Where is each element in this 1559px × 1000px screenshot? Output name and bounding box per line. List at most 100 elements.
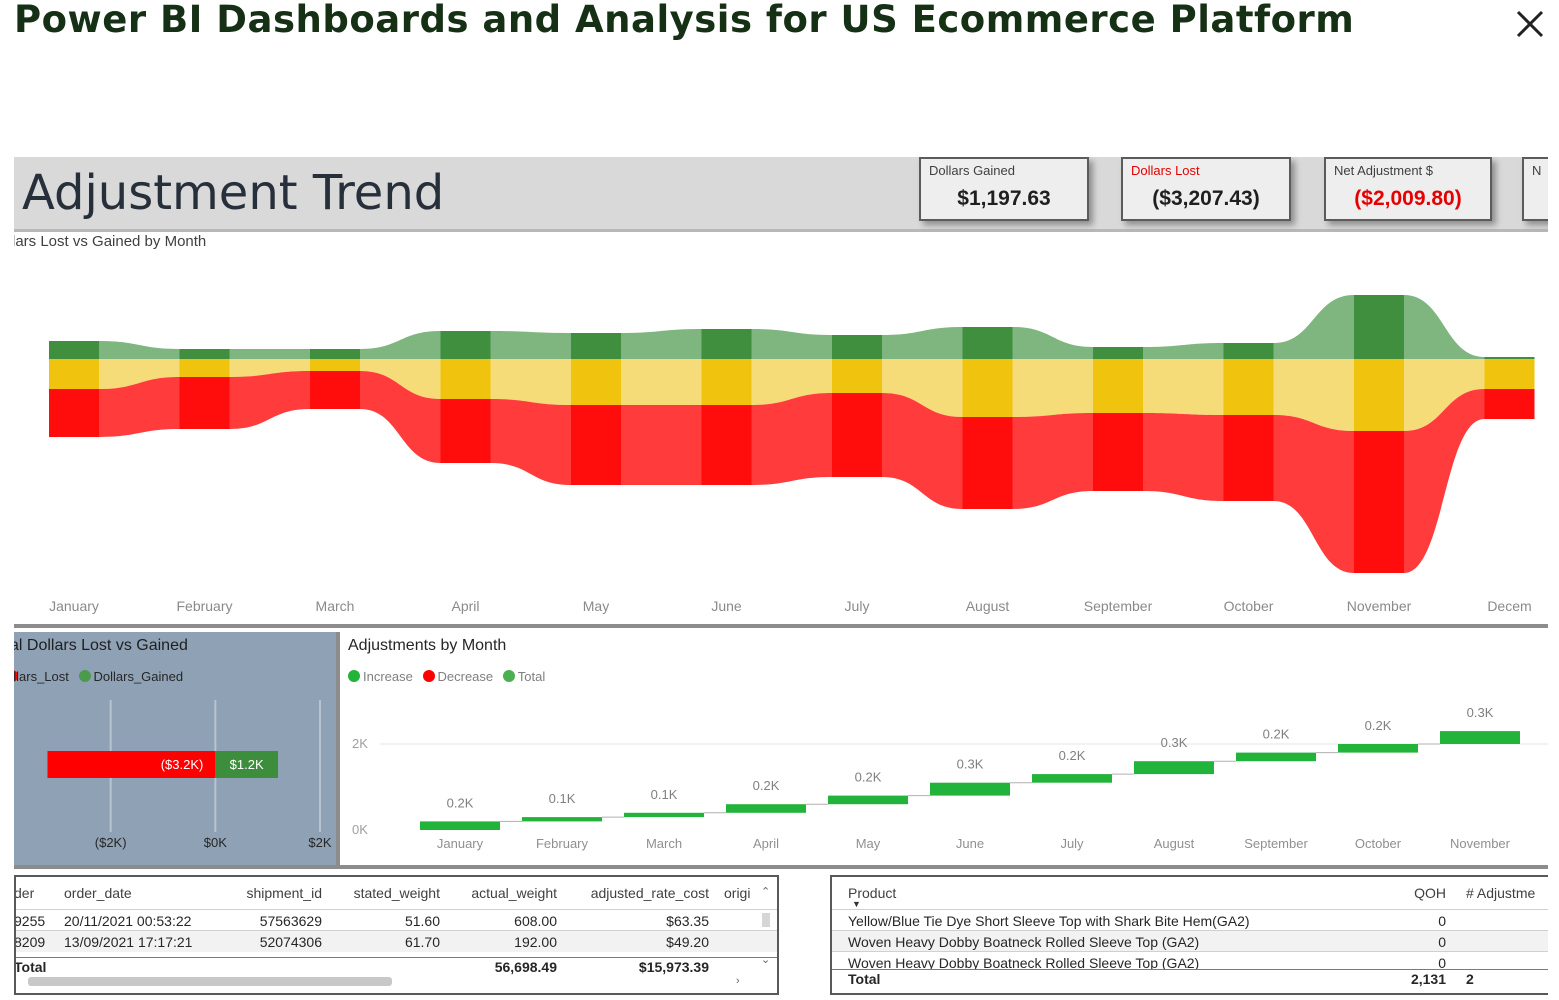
ribbon-column-lost <box>1484 389 1535 419</box>
wf-bar-increase <box>522 817 602 822</box>
row-divider <box>16 909 777 910</box>
waterfall-panel[interactable]: 2K 0K January 0.2K February 0.1K March 0.1K Apri… <box>340 632 1548 865</box>
ribbon-column-neutral <box>962 359 1013 417</box>
ribbon-column-neutral <box>1223 359 1274 415</box>
legend-item-decrease: Decrease <box>422 669 494 684</box>
ribbon-column-neutral <box>701 359 752 405</box>
ribbon-column-lost <box>1354 431 1404 573</box>
kpi-label: Dollars Lost <box>1131 163 1200 178</box>
orders-column-header: order_date <box>64 885 132 901</box>
wf-y-tick: 0K <box>352 822 368 837</box>
scroll-right-icon[interactable]: › <box>736 975 740 987</box>
wf-bar-increase <box>1032 774 1112 783</box>
orders-total-cell: Total <box>14 959 47 975</box>
bar-chart-title: al Dollars Lost vs Gained <box>14 637 188 654</box>
ribbon-column-neutral <box>1484 359 1535 389</box>
ribbon-column-gained <box>1354 295 1404 359</box>
ribbon-x-tick: Decem <box>1487 598 1531 614</box>
legend-dot-icon <box>348 670 360 682</box>
ribbon-column-gained <box>962 327 1013 359</box>
wf-data-label: 0.2K <box>855 770 882 785</box>
legend-item-increase: Increase <box>348 669 413 684</box>
wf-x-tick: October <box>1355 836 1402 851</box>
wf-bar-increase <box>1440 731 1520 744</box>
ribbon-column-lost <box>49 389 99 437</box>
legend-dot-icon <box>502 670 515 682</box>
products-total-cell: 2,131 <box>1410 971 1446 987</box>
dollars-bar-panel[interactable]: )($2K)$0K$2K($3.2K)$1.2K al Dollars Lost… <box>14 632 336 865</box>
ribbon-chart-title: lars Lost vs Gained by Month <box>14 233 207 250</box>
wf-bar-increase <box>1236 752 1316 762</box>
orders-cell: $63.35 <box>666 913 709 929</box>
vertical-scrollbar[interactable] <box>762 913 770 927</box>
ribbon-column-lost <box>310 371 360 409</box>
bar-legend: ollars_Lost Dollars_Gained <box>14 669 183 684</box>
ribbon-column-lost <box>571 405 621 485</box>
ribbon-column-gained <box>1484 357 1535 359</box>
kpi-dollars-lost[interactable]: Dollars Lost ($3,207.43) <box>1121 157 1291 221</box>
bar-lost-label: ($3.2K) <box>161 757 204 772</box>
orders-cell: 9255 <box>14 913 46 929</box>
bar-x-tick: ($2K) <box>95 835 127 850</box>
wf-bar-increase <box>828 795 908 805</box>
kpi-dollars-gained[interactable]: Dollars Gained $1,197.63 <box>919 157 1089 221</box>
ribbon-column-lost <box>179 377 230 429</box>
wf-bar-increase <box>624 812 704 818</box>
wf-x-tick: September <box>1244 836 1308 851</box>
scroll-down-icon[interactable]: ⌄ <box>761 953 770 966</box>
orders-column-header: actual_weight <box>471 885 557 901</box>
ribbon-x-tick: January <box>49 598 99 614</box>
ribbon-chart[interactable]: January February March April May June July Augu… <box>14 257 1548 617</box>
ribbon-column-lost <box>962 417 1013 509</box>
ribbon-x-tick: November <box>1347 598 1412 614</box>
kpi-net-adjustment[interactable]: Net Adjustment $ ($2,009.80) <box>1324 157 1492 221</box>
ribbon-x-tick: May <box>583 598 609 614</box>
ribbon-x-tick: September <box>1084 598 1153 614</box>
sort-desc-icon[interactable]: ▼ <box>852 899 861 909</box>
products-cell: 0 <box>1438 934 1446 950</box>
orders-column-header: stated_weight <box>353 885 440 901</box>
ribbon-x-tick: March <box>316 598 355 614</box>
products-column-header: QOH <box>1414 885 1446 901</box>
legend-label: Increase <box>363 669 413 684</box>
divider <box>14 624 1548 628</box>
orders-cell: 61.70 <box>404 934 440 950</box>
ribbon-column-neutral <box>440 359 491 399</box>
wf-data-label: 0.2K <box>1059 748 1086 763</box>
orders-cell: 52074306 <box>259 934 322 950</box>
ribbon-column-neutral <box>1354 359 1404 431</box>
orders-column-header: der <box>14 885 35 901</box>
wf-bar-increase <box>726 804 806 813</box>
kpi-value: ($2,009.80) <box>1354 187 1462 210</box>
wf-data-label: 0.3K <box>1161 735 1188 750</box>
ribbon-gained <box>49 295 1535 359</box>
horizontal-scrollbar[interactable] <box>28 977 392 986</box>
orders-table[interactable]: der order_date shipment_id stated_weight act… <box>14 875 779 995</box>
orders-cell: $49.20 <box>666 934 709 950</box>
wf-x-tick: February <box>536 836 589 851</box>
orders-cell: 20/11/2021 00:53:22 <box>64 913 192 929</box>
kpi-label: Net Adjustment $ <box>1334 163 1433 178</box>
ribbon-column-neutral <box>832 359 882 393</box>
products-table[interactable]: Product QOH # Adjustme Yellow/Blue Tie Dye … <box>830 875 1548 995</box>
legend-label: Total <box>517 669 546 684</box>
orders-column-header: shipment_id <box>246 885 323 901</box>
ribbon-column-gained <box>49 341 99 359</box>
wf-bar-increase <box>420 821 500 830</box>
wf-data-label: 0.3K <box>1467 705 1494 720</box>
ribbon-x-tick: June <box>711 598 742 614</box>
scroll-up-icon[interactable]: ⌃ <box>761 885 770 898</box>
legend-label: Decrease <box>437 669 494 684</box>
bar-gained-label: $1.2K <box>230 757 264 772</box>
ribbon-column-gained <box>1223 343 1274 359</box>
dollars-bar-chart: )($2K)$0K$2K($3.2K)$1.2K <box>14 670 332 850</box>
wf-x-tick: May <box>856 836 881 851</box>
close-icon[interactable] <box>1512 4 1548 40</box>
legend-dot-icon <box>422 670 435 682</box>
ribbon-column-gained <box>440 331 491 359</box>
kpi-partial[interactable]: N <box>1522 157 1548 221</box>
products-cell: Yellow/Blue Tie Dye Short Sleeve Top wit… <box>848 913 1250 929</box>
ribbon-column-gained <box>1093 347 1143 359</box>
wf-bar-increase <box>930 782 1010 796</box>
ribbon-column-gained <box>701 329 752 359</box>
